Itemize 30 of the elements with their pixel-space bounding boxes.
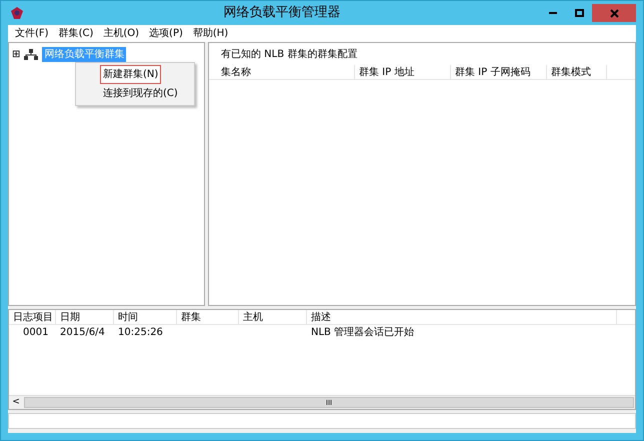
column-header[interactable]: 描述 xyxy=(307,310,617,324)
cluster-icon xyxy=(24,48,38,60)
menu-item[interactable]: 连接到现存的(C) xyxy=(78,84,192,103)
menu-item[interactable]: 选项(P) xyxy=(144,26,188,41)
minimize-icon xyxy=(549,12,557,14)
menu-item[interactable]: 群集(C) xyxy=(54,26,98,41)
table-cell-text: 2015/6/4 xyxy=(59,326,106,340)
table-cell-text: NLB 管理器会话已开始 xyxy=(310,326,416,340)
app-icon xyxy=(10,6,24,20)
menu-item[interactable]: 新建群集(N) xyxy=(100,65,162,84)
column-header[interactable]: 时间 xyxy=(114,310,177,324)
column-header[interactable]: 主机 xyxy=(239,310,307,324)
menu-item[interactable]: 主机(O) xyxy=(98,26,144,41)
column-header[interactable]: 日期 xyxy=(56,310,114,324)
close-button[interactable] xyxy=(592,4,636,22)
table-cell-text: 0001 xyxy=(22,326,50,340)
column-header[interactable]: 群集 IP 地址 xyxy=(355,65,451,79)
column-header[interactable]: 日志项目 xyxy=(9,310,56,324)
column-header[interactable]: 集名称 xyxy=(209,65,355,79)
table-cell-text: 10:25:26 xyxy=(117,326,164,340)
expand-toggle[interactable]: ⊞ xyxy=(12,47,20,62)
menu-item[interactable]: 帮助(H) xyxy=(188,26,234,41)
column-header[interactable]: 群集 IP 子网掩码 xyxy=(451,65,547,79)
column-header[interactable]: 群集模式 xyxy=(547,65,607,79)
close-icon xyxy=(610,8,618,18)
menu-item[interactable]: 文件(F) xyxy=(10,26,54,41)
column-header[interactable]: 群集 xyxy=(177,310,239,324)
maximize-icon xyxy=(574,9,584,17)
panel-heading: 有已知的 NLB 群集的群集配置 xyxy=(220,48,358,62)
window-title: 网络负载平衡管理器 xyxy=(222,4,342,22)
